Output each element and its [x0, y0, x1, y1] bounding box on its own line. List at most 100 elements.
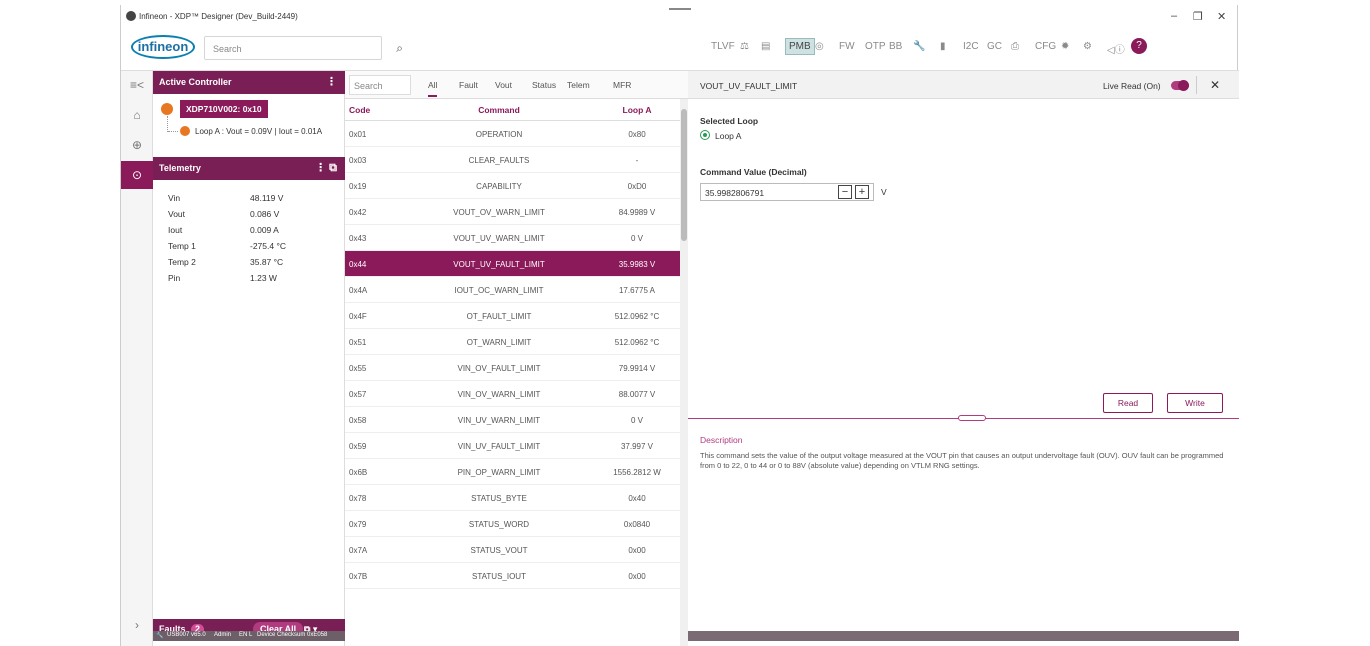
tlvf-button[interactable]: TLVF	[711, 41, 735, 52]
row-code: 0x51	[349, 338, 367, 347]
table-row[interactable]: 0x7B STATUS_IOUT 0x00	[345, 563, 680, 589]
telemetry-row: Temp 2 35.87 °C	[153, 257, 345, 273]
row-command: VIN_UV_WARN_LIMIT	[457, 416, 541, 425]
description-label: Description	[700, 435, 743, 445]
gc-button[interactable]: GC	[987, 41, 1002, 52]
loop-radio-icon[interactable]	[700, 130, 710, 140]
drag-handle[interactable]	[669, 8, 691, 10]
table-row[interactable]: 0x42 VOUT_OV_WARN_LIMIT 84.9989 V	[345, 199, 680, 225]
row-command: VIN_OV_WARN_LIMIT	[457, 390, 541, 399]
row-command: STATUS_BYTE	[471, 494, 527, 503]
row-code: 0x57	[349, 390, 367, 399]
status-checksum: Device Checksum 0xE058	[257, 632, 328, 638]
telemetry-label: Iout	[168, 225, 183, 235]
row-value: 0 V	[630, 234, 643, 243]
table-row[interactable]: 0x57 VIN_OV_WARN_LIMIT 88.0077 V	[345, 381, 680, 407]
table-row[interactable]: 0x03 CLEAR_FAULTS -	[345, 147, 680, 173]
expand-icon[interactable]: ›	[121, 611, 153, 639]
tab-mfr[interactable]: MFR	[613, 80, 631, 90]
table-row[interactable]: 0x6B PIN_OP_WARN_LIMIT 1556.2812 W	[345, 459, 680, 485]
bb-button[interactable]: BB	[889, 41, 902, 52]
globe-icon[interactable]: ⊕	[121, 131, 153, 159]
splitter-handle-icon[interactable]	[958, 415, 986, 421]
search-icon[interactable]: ⌕	[396, 41, 403, 56]
wrench-icon[interactable]: 🔧	[156, 632, 163, 639]
wrench-button[interactable]: 🔧	[913, 41, 925, 52]
active-controller-title: Active Controller	[159, 77, 232, 87]
tab-fault[interactable]: Fault	[459, 80, 478, 90]
telemetry-value: 35.87 °C	[250, 257, 284, 267]
telemetry-value: -275.4 °C	[250, 241, 287, 251]
table-row[interactable]: 0x43 VOUT_UV_WARN_LIMIT 0 V	[345, 225, 680, 251]
telemetry-value: 0.009 A	[250, 225, 279, 235]
collapse-nav-icon[interactable]: ≡<	[121, 71, 153, 99]
close-detail-icon[interactable]: ✕	[1210, 78, 1220, 92]
i2c-button[interactable]: I2C	[963, 41, 979, 52]
command-value-text: 35.9982806791	[705, 188, 765, 198]
row-value: 0x00	[628, 572, 646, 581]
telemetry-options-icon[interactable]: ⋮ ⧉	[315, 157, 337, 180]
status-lang: EN L	[239, 632, 253, 638]
decrement-button[interactable]: −	[838, 185, 852, 199]
minimize-button[interactable]: –	[1171, 10, 1177, 22]
global-search-input[interactable]: Search ⌕	[204, 36, 403, 60]
settings-button[interactable]: ⚙	[1083, 41, 1092, 52]
infineon-logo: infineon	[131, 35, 195, 59]
read-button[interactable]: Read	[1103, 393, 1153, 413]
fw-button[interactable]: FW	[839, 41, 855, 52]
window-title: Infineon - XDP™ Designer (Dev_Build-2449…	[139, 12, 298, 21]
col-command: Command	[478, 105, 520, 115]
table-row[interactable]: 0x01 OPERATION 0x80	[345, 121, 680, 147]
row-code: 0x7A	[349, 546, 368, 555]
live-read-toggle[interactable]	[1171, 80, 1189, 91]
command-search-input[interactable]: Search	[349, 75, 411, 95]
tab-status[interactable]: Status	[532, 80, 556, 90]
home-icon[interactable]: ⌂	[121, 101, 153, 129]
controller-device-chip[interactable]: XDP710V002: 0x10	[180, 100, 268, 118]
loop-summary[interactable]: Loop A : Vout = 0.09V | Iout = 0.01A	[195, 127, 322, 136]
help-button[interactable]: ?	[1131, 38, 1147, 54]
tab-telem[interactable]: Telem	[567, 80, 590, 90]
telemetry-value: 0.086 V	[250, 209, 280, 219]
table-row[interactable]: 0x79 STATUS_WORD 0x0840	[345, 511, 680, 537]
row-code: 0x19	[349, 182, 367, 191]
close-window-button[interactable]: ✕	[1217, 10, 1226, 23]
table-row[interactable]: 0x55 VIN_OV_FAULT_LIMIT 79.9914 V	[345, 355, 680, 381]
more-options-icon[interactable]: ⋮	[326, 71, 337, 94]
debug-button[interactable]: ◎	[815, 41, 824, 52]
table-row[interactable]: 0x59 VIN_UV_FAULT_LIMIT 37.997 V	[345, 433, 680, 459]
table-row[interactable]: 0x4F OT_FAULT_LIMIT 512.0962 °C	[345, 303, 680, 329]
increment-button[interactable]: +	[855, 185, 869, 199]
command-table-scrollbar[interactable]	[680, 99, 688, 646]
otp-button[interactable]: OTP	[865, 41, 886, 52]
info-button[interactable]: ◁ⓘ	[1107, 41, 1125, 56]
table-row[interactable]: 0x44 VOUT_UV_FAULT_LIMIT 35.9983 V	[345, 251, 680, 277]
table-row[interactable]: 0x19 CAPABILITY 0xD0	[345, 173, 680, 199]
command-value-input[interactable]: 35.9982806791 − +	[700, 183, 874, 201]
scrollbar-thumb[interactable]	[681, 109, 687, 241]
main-toolbar: infineon Search ⌕ TLVF ⚖ ▤ PMB ◎ FW OTP BB 🔧 ▮ I2C…	[121, 27, 1239, 71]
table-row[interactable]: 0x78 STATUS_BYTE 0x40	[345, 485, 680, 511]
cfg-button[interactable]: CFG	[1035, 41, 1056, 52]
tab-vout[interactable]: Vout	[495, 80, 512, 90]
file-button[interactable]: ▮	[940, 41, 946, 52]
tab-all[interactable]: All	[428, 80, 438, 97]
command-tabs: Search All Fault Vout Status Telem MFR	[345, 71, 688, 99]
pmb-button[interactable]: PMB	[785, 38, 815, 55]
row-code: 0x6B	[349, 468, 368, 477]
table-row[interactable]: 0x7A STATUS_VOUT 0x00	[345, 537, 680, 563]
telemetry-label: Temp 2	[168, 257, 196, 267]
write-button[interactable]: Write	[1167, 393, 1223, 413]
row-command: OT_FAULT_LIMIT	[466, 312, 532, 321]
table-row[interactable]: 0x58 VIN_UV_WARN_LIMIT 0 V	[345, 407, 680, 433]
command-panel: Search All Fault Vout Status Telem MFR Code C…	[345, 71, 688, 646]
table-row[interactable]: 0x4A IOUT_OC_WARN_LIMIT 17.6775 A	[345, 277, 680, 303]
memory-button[interactable]: ▤	[761, 41, 770, 52]
table-row[interactable]: 0x51 OT_WARN_LIMIT 512.0962 °C	[345, 329, 680, 355]
maximize-button[interactable]: ❐	[1193, 10, 1203, 23]
loop-radio-label[interactable]: Loop A	[715, 131, 741, 141]
bug-button[interactable]: ✹	[1061, 41, 1069, 52]
target-icon[interactable]: ⊙	[121, 161, 153, 189]
print-button[interactable]: ⎙	[1011, 41, 1019, 52]
balance-button[interactable]: ⚖	[740, 41, 749, 52]
